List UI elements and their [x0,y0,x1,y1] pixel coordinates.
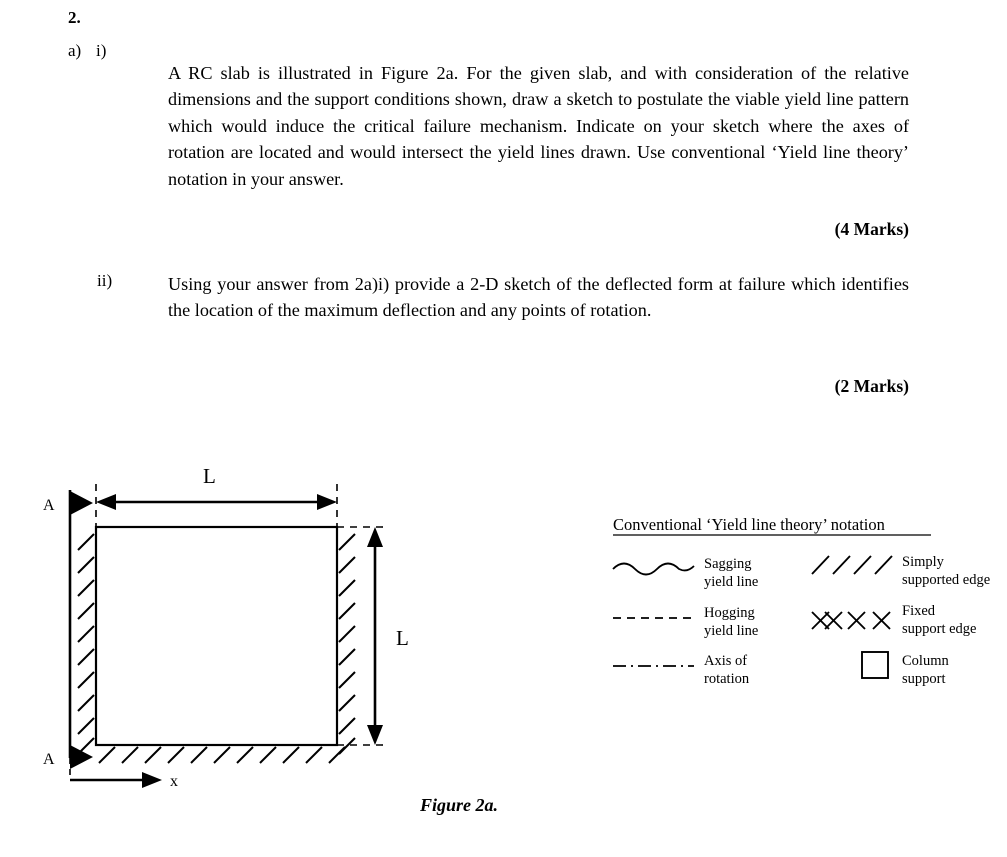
right-edge-hatching [338,533,356,755]
legend-item-fixed-support: Fixed support edge [811,603,977,637]
width-arrow-left-icon [96,494,116,510]
question-paragraph-ii: Using your answer from 2a)i) provide a 2… [168,274,909,321]
legend-label-line1: Column [902,653,949,669]
cross-hatch-icon [811,611,891,630]
question-sub-ii: ii) [97,271,113,290]
slab-diagram: A A L L x [43,464,409,790]
height-dimension-label: L [396,626,409,650]
legend-label-line1: Hogging [704,605,755,621]
figure-svg: A A L L x Conventional ‘Yield line theor… [43,464,990,790]
legend-label-line2: yield line [704,623,758,639]
section-label-bottom: A [43,751,55,768]
wavy-line-icon [612,562,695,576]
section-arrow-top-icon [70,491,93,515]
legend-item-axis-of-rotation: Axis of rotation [613,653,750,687]
legend-item-sagging: Sagging yield line [612,556,758,590]
section-label-top: A [43,497,55,514]
figure-caption: Figure 2a. [420,795,499,815]
legend-title: Conventional ‘Yield line theory’ notatio… [613,515,885,534]
section-arrow-bottom-icon [70,745,93,769]
question-number: 2. [68,8,81,27]
height-arrow-top-icon [367,527,383,547]
width-arrow-right-icon [317,494,337,510]
legend-label-line1: Sagging [704,556,752,572]
question-paragraph-i: A RC slab is illustrated in Figure 2a. F… [168,63,909,189]
marks-part-ii: (2 Marks) [834,376,909,396]
legend-item-hogging: Hogging yield line [613,605,758,639]
height-arrow-bottom-icon [367,725,383,745]
slash-hatch-icon [811,555,893,575]
legend-label-line2: support edge [902,621,977,637]
legend-label-line1: Axis of [704,653,747,669]
legend-label-line2: supported edge [902,572,990,588]
legend-label-line2: rotation [704,671,750,687]
width-dimension-label: L [203,464,216,488]
legend-label-line1: Fixed [902,603,936,619]
legend-item-column-support: Column support [861,651,949,687]
legend: Conventional ‘Yield line theory’ notatio… [612,515,990,687]
slab-rectangle [94,525,339,747]
legend-label-line2: yield line [704,574,758,590]
marks-part-i: (4 Marks) [834,219,909,239]
x-axis-label: x [170,773,178,790]
x-axis-arrow-icon [142,772,162,788]
square-icon [861,651,889,679]
legend-label-line1: Simply [902,554,945,570]
left-edge-hatching [77,533,95,755]
question-part-a: a) [68,41,82,60]
question-sub-i: i) [96,41,107,60]
bottom-edge-hatching [98,746,346,764]
figure-2a: A A L L x Conventional ‘Yield line theor… [0,440,1007,857]
legend-label-line2: support [902,671,946,687]
legend-item-simply-supported: Simply supported edge [811,554,990,588]
